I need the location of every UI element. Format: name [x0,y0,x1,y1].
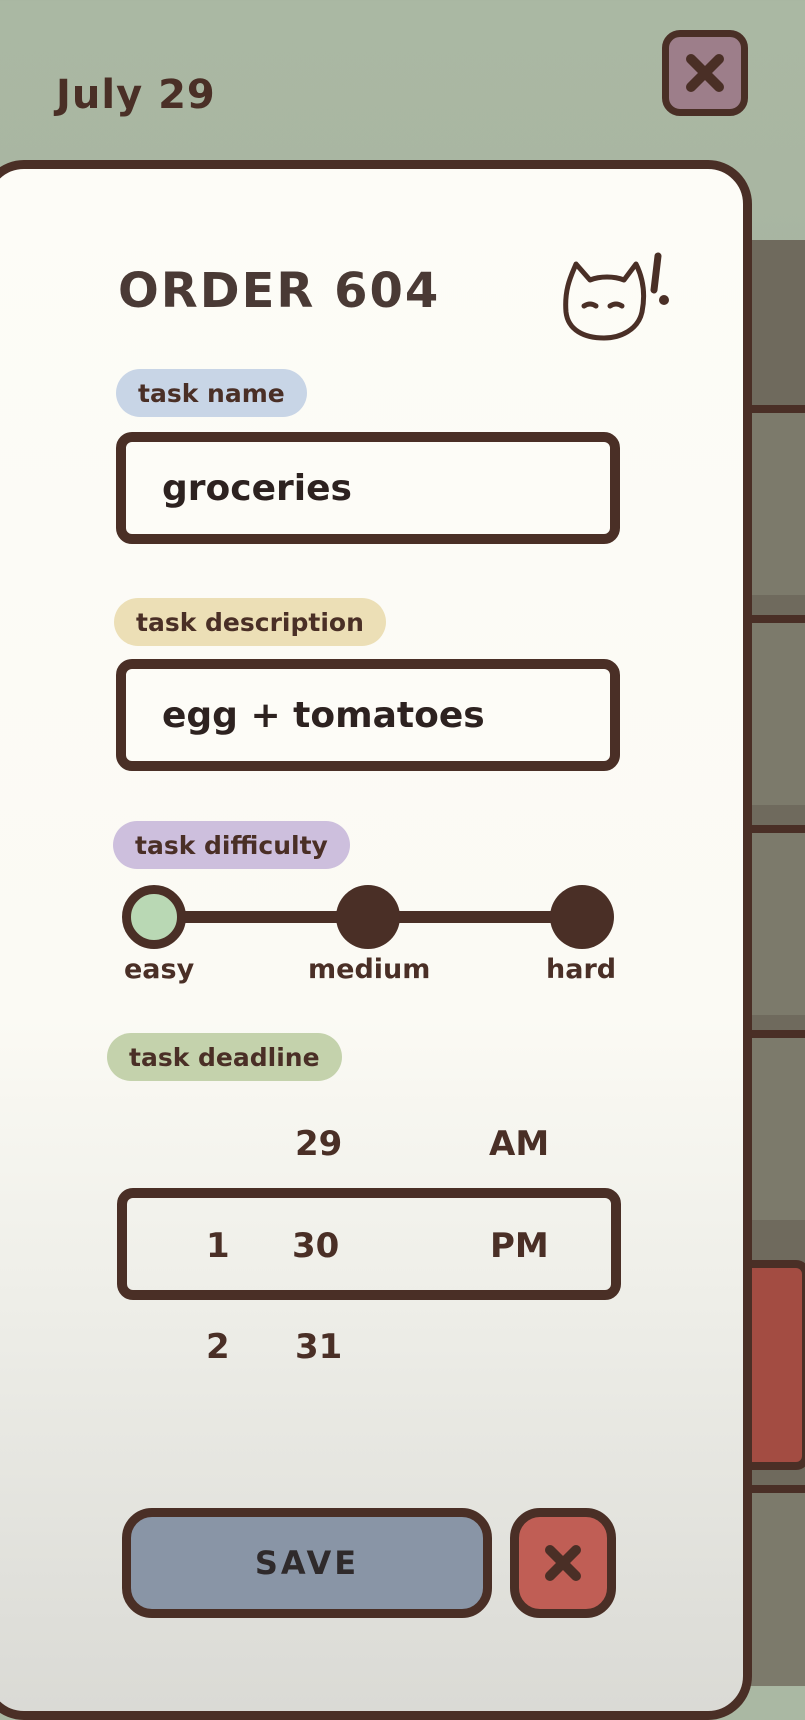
task-name-input[interactable] [160,466,610,510]
task-name-field[interactable] [116,432,620,544]
difficulty-easy-label: easy [124,954,195,985]
task-description-label: task description [114,598,386,646]
save-button[interactable]: SAVE [122,1508,492,1618]
difficulty-easy-option[interactable] [122,885,186,949]
difficulty-medium-label: medium [308,954,431,985]
difficulty-medium-option[interactable] [336,885,400,949]
cat-exclaim-icon [563,252,669,341]
task-deadline-label: task deadline [107,1033,342,1081]
picker-day-above[interactable]: 29 [295,1124,342,1164]
cancel-button[interactable] [510,1508,616,1618]
difficulty-hard-label: hard [546,954,617,985]
picker-day-selected[interactable]: 30 [292,1226,339,1266]
order-title: ORDER 604 [118,263,441,319]
close-button[interactable] [662,30,748,116]
task-description-input[interactable] [160,693,610,737]
background-panel-edge [730,240,805,1686]
close-icon [686,54,724,92]
date-label: July 29 [56,72,216,118]
x-icon [545,1545,581,1581]
picker-ampm-selected[interactable]: PM [490,1226,549,1266]
task-difficulty-label: task difficulty [113,821,350,869]
task-name-label: task name [116,369,307,417]
picker-day-below[interactable]: 31 [295,1327,342,1367]
task-description-field[interactable] [116,659,620,771]
picker-ampm-above[interactable]: AM [489,1124,549,1164]
picker-hour-below[interactable]: 2 [206,1327,230,1367]
difficulty-hard-option[interactable] [550,885,614,949]
picker-hour-selected[interactable]: 1 [206,1226,230,1266]
